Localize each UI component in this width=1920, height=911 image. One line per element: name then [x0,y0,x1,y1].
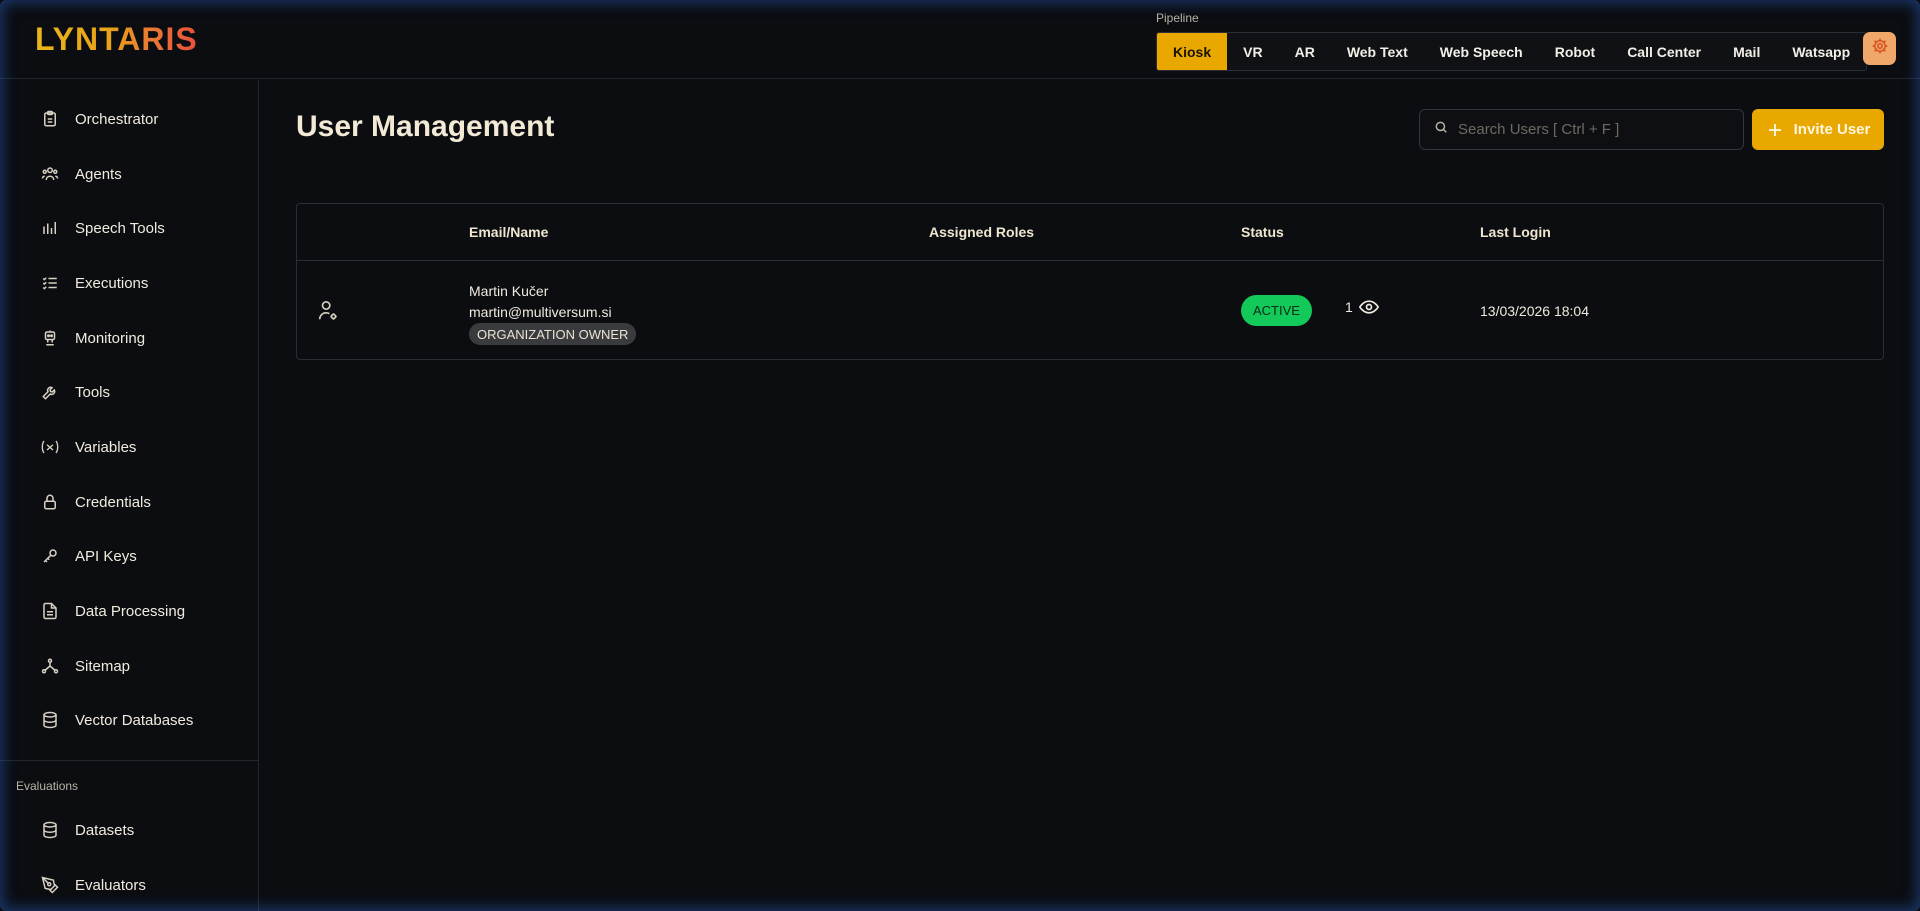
search-icon [1434,120,1448,139]
network-icon [40,656,60,676]
sidebar-item-label: API Keys [75,547,137,565]
sidebar-item-label: Vector Databases [75,711,194,729]
sidebar-item-speech-tools[interactable]: Speech Tools [0,206,258,250]
pipeline-tab-watsapp[interactable]: Watsapp [1776,33,1867,70]
database-icon [40,820,60,840]
pen-tool-icon [40,875,60,895]
pipeline-tab-web-speech[interactable]: Web Speech [1423,33,1539,70]
sidebar-item-label: Credentials [75,493,151,511]
sidebar-item-orchestrator[interactable]: Orchestrator [0,97,258,141]
sidebar-item-datasets[interactable]: Datasets [0,808,258,852]
status-badge: ACTIVE [1241,295,1312,326]
sidebar-item-label: Executions [75,274,149,292]
sidebar-item-agents[interactable]: Agents [0,152,258,196]
plus-icon [1766,121,1784,139]
assigned-roles-count: 1 [1345,299,1353,315]
variable-icon [40,437,60,457]
wrench-icon [40,382,60,402]
sidebar-item-monitoring[interactable]: Monitoring [0,316,258,360]
sidebar-item-label: Orchestrator [75,110,159,128]
lock-icon [40,492,60,512]
sidebar-item-label: Sitemap [75,657,131,675]
settings-button[interactable] [1863,32,1896,65]
database-icon [40,710,60,730]
page-title: User Management [296,110,555,143]
assigned-roles-cell: 1 [1345,299,1379,315]
brand-logo[interactable]: LYNTARIS [35,20,198,58]
invite-user-button[interactable]: Invite User [1752,109,1884,150]
sidebar-item-evaluators[interactable]: Evaluators [0,863,258,907]
evaluations-section-label: Evaluations [16,779,79,793]
sidebar-divider [0,760,258,761]
users-table: Email/Name Assigned Roles Status Last Lo… [296,203,1884,360]
pipeline-tab-web-text[interactable]: Web Text [1330,33,1424,70]
column-header-email-name[interactable]: Email/Name [469,224,548,240]
key-icon [40,546,60,566]
pipeline-tab-kiosk[interactable]: Kiosk [1157,33,1228,70]
pipeline-tab-call-center[interactable]: Call Center [1611,33,1718,70]
sidebar-item-label: Datasets [75,821,135,839]
pipeline-label: Pipeline [1156,11,1199,25]
robot-icon [40,328,60,348]
sidebar-item-label: Evaluators [75,876,146,894]
pipeline-tab-mail[interactable]: Mail [1717,33,1777,70]
pipeline-tab-vr[interactable]: VR [1227,33,1279,70]
sidebar-item-label: Data Processing [75,602,186,620]
clipboard-icon [40,109,60,129]
column-header-last-login[interactable]: Last Login [1480,224,1551,240]
list-check-icon [40,273,60,293]
role-badge: ORGANIZATION OWNER [469,323,637,345]
invite-user-label: Invite User [1793,121,1871,138]
sidebar-item-data-processing[interactable]: Data Processing [0,589,258,633]
file-icon [40,601,60,621]
sidebar-item-label: Agents [75,165,122,183]
bar-chart-icon [40,218,60,238]
sidebar-item-variables[interactable]: Variables [0,425,258,469]
sidebar-item-vector-databases[interactable]: Vector Databases [0,698,258,742]
user-email: martin@multiversum.si [469,304,612,320]
column-header-status[interactable]: Status [1241,224,1284,240]
sidebar-item-label: Tools [75,383,111,401]
eye-icon[interactable] [1358,299,1379,315]
table-row[interactable]: Martin Kučer martin@multiversum.si ORGAN… [297,261,1883,360]
pipeline-tab-ar[interactable]: AR [1278,33,1331,70]
table-header: Email/Name Assigned Roles Status Last Lo… [297,204,1883,261]
pipeline-tab-robot[interactable]: Robot [1538,33,1612,70]
sidebar-item-sitemap[interactable]: Sitemap [0,644,258,688]
users-icon [40,164,60,184]
user-settings-icon[interactable] [317,299,339,328]
sidebar: Orchestrator Agents Speech Tools Executi… [0,80,259,911]
sidebar-item-label: Monitoring [75,329,146,347]
last-login: 13/03/2026 18:04 [1480,303,1589,319]
search-input[interactable] [1458,121,1728,138]
search-box[interactable] [1419,109,1744,150]
gear-icon [1871,37,1889,60]
sidebar-item-label: Speech Tools [75,219,165,237]
top-bar: LYNTARIS Pipeline Kiosk VR AR Web Text W… [0,0,1920,79]
column-header-assigned-roles[interactable]: Assigned Roles [929,224,1034,240]
sidebar-item-executions[interactable]: Executions [0,261,258,305]
pipeline-tabs: Kiosk VR AR Web Text Web Speech Robot Ca… [1156,32,1868,71]
sidebar-item-api-keys[interactable]: API Keys [0,534,258,578]
sidebar-item-credentials[interactable]: Credentials [0,480,258,524]
sidebar-item-tools[interactable]: Tools [0,370,258,414]
sidebar-item-label: Variables [75,438,137,456]
logo-text: LYNTARIS [35,21,198,57]
user-name: Martin Kučer [469,283,549,299]
